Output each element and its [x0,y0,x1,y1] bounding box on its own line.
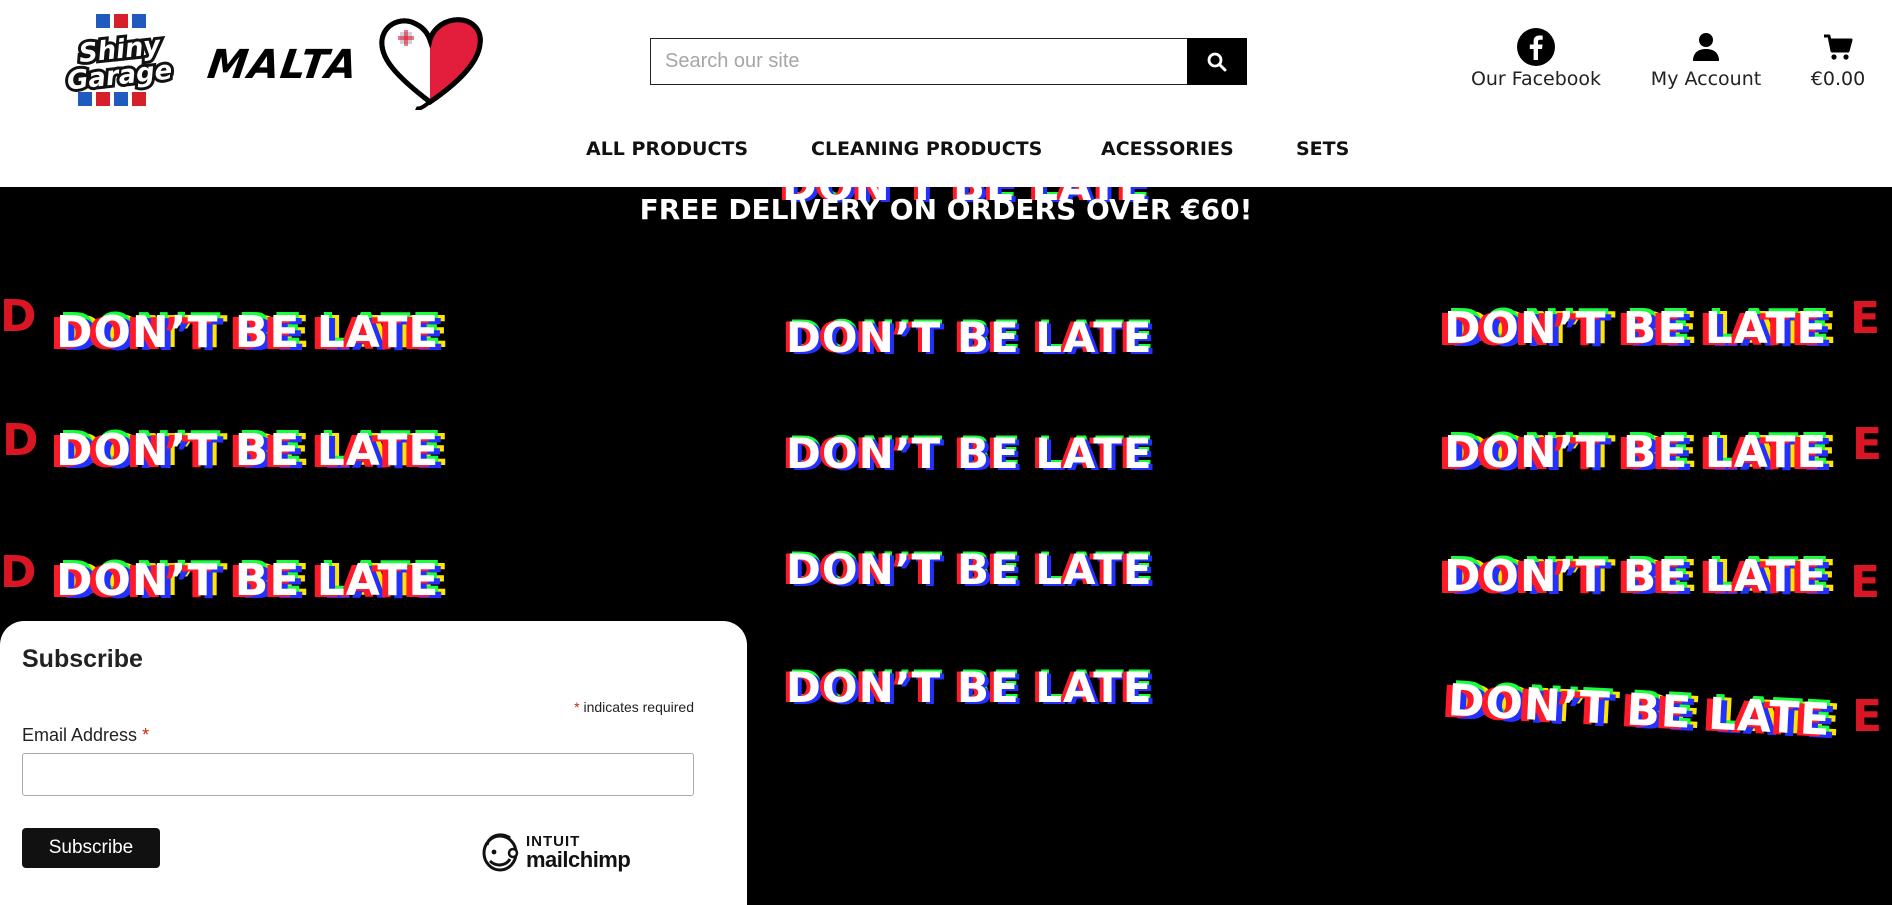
nav-accessories[interactable]: ACESSORIES [1101,138,1234,160]
search-icon [1207,52,1227,71]
slogan-text: DON’T BE LATE [1446,675,1833,747]
promo-banner: FREE DELIVERY ON ORDERS OVER €60! [639,193,1253,226]
glitch-ghost: E [1850,293,1882,344]
slogan-text: DON’T BE LATE [786,313,1153,362]
malta-wordmark: MALTA [204,42,361,88]
required-star: * [142,725,150,745]
user-icon [1693,33,1719,61]
slogan-text: DON’T BE LATE [786,545,1153,594]
slogan-text: DON’T BE LATE [786,429,1153,478]
slogan-text: DON’T BE LATE [1444,427,1828,478]
glitch-ghost: D [0,547,38,598]
subscribe-title: Subscribe [22,645,143,673]
email-label-text: Email Address [22,725,138,745]
search-button[interactable] [1187,38,1247,85]
glitch-ghost: D [2,415,40,466]
cart-total: €0.00 [1810,68,1866,90]
malta-heart-icon [379,17,483,110]
required-note-text: indicates required [583,699,694,715]
subscribe-button[interactable]: Subscribe [22,828,160,868]
slogan-text: DON’T BE LATE [1444,551,1828,602]
glitch-ghost: E [1850,557,1882,608]
slogan-text: DON’T BE LATE [56,555,440,606]
cart-icon [1824,34,1853,60]
glitch-ghost: D [0,291,38,342]
cart-link[interactable]: €0.00 [1808,28,1868,90]
slogan-text: DON’T BE LATE [56,425,440,476]
mailchimp-badge[interactable]: INTUIT mailchimp [480,831,640,875]
email-field[interactable] [22,753,694,796]
mailchimp-wordmark: mailchimp [526,847,631,872]
glitch-ghost: E [1852,691,1884,742]
account-label: My Account [1650,68,1762,90]
required-note: * indicates required [574,699,694,715]
site-header: Shiny Garage MALTA Search our site Our F… [0,0,1892,187]
nav-all-products[interactable]: ALL PRODUCTS [586,138,748,160]
facebook-link[interactable]: Our Facebook [1470,28,1602,90]
facebook-icon [1517,28,1555,66]
main-nav: ALL PRODUCTS CLEANING PRODUCTS ACESSORIE… [0,138,1892,170]
required-star: * [574,699,580,715]
search-input[interactable] [650,38,1187,85]
brand-logo[interactable]: Shiny Garage MALTA [58,14,488,110]
slogan-text: DON’T BE LATE [1444,303,1828,354]
email-label: Email Address * [22,725,149,746]
subscribe-form: Subscribe * indicates required Email Add… [0,621,747,905]
mailchimp-icon [482,833,519,872]
nav-cleaning-products[interactable]: CLEANING PRODUCTS [811,138,1042,160]
account-link[interactable]: My Account [1650,28,1762,90]
shiny-garage-logo: Shiny Garage [63,14,177,106]
search-bar [650,38,1247,85]
facebook-label: Our Facebook [1470,68,1602,90]
nav-sets[interactable]: SETS [1296,138,1349,160]
slogan-text: DON’T BE LATE [56,307,440,358]
slogan-text: DON’T BE LATE [786,663,1153,712]
glitch-ghost: E [1852,419,1884,470]
